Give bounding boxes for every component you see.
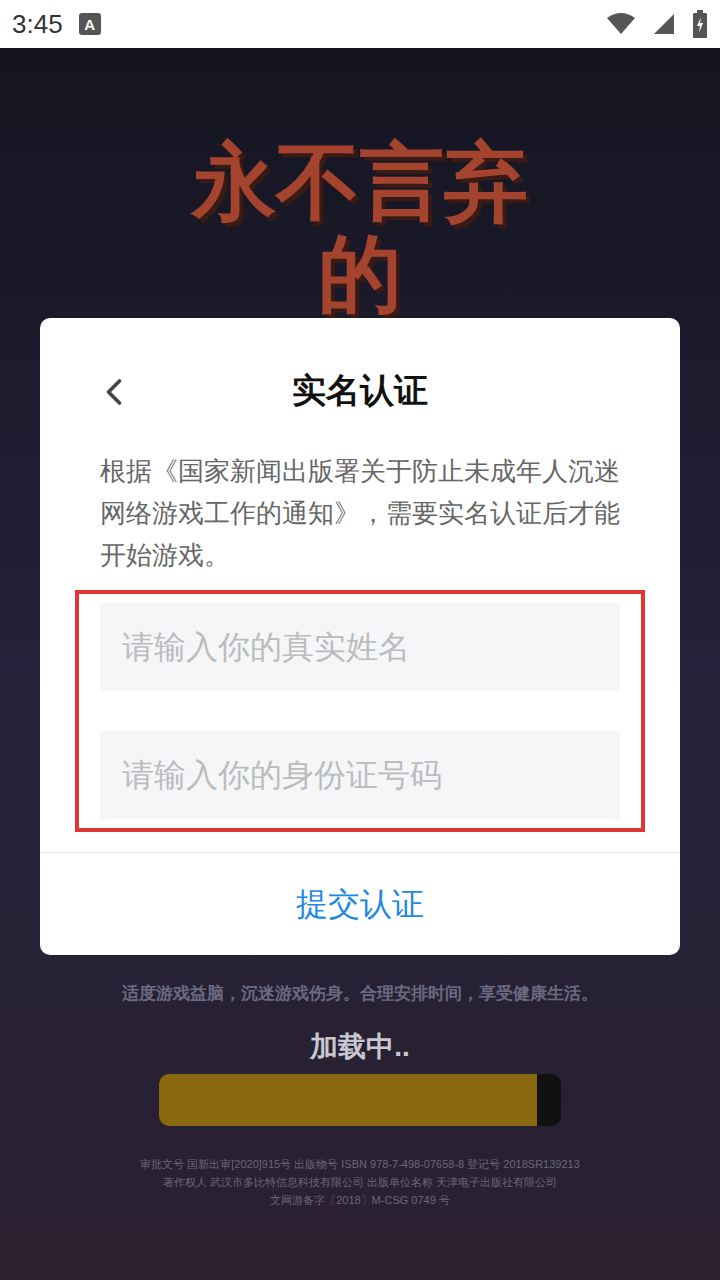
submit-button[interactable]: 提交认证 [40,853,680,955]
text-field[interactable] [100,603,620,691]
copyright-line: 审批文号 国新出审[2020]915号 出版物号 ISBN 978-7-498-… [140,1156,580,1172]
signal-icon [652,12,676,36]
loading-label: 加载中.. [310,1026,410,1068]
divider [40,852,680,853]
game-title-logo: 永不言弃的 [160,136,560,321]
time: 3:45 [12,5,63,44]
screen: 3:45 A 永不言弃的适度游戏益脑，沉迷游戏伤身。合理安排时间，享受健康生活。加载… [0,0,720,1280]
dialog-header: 实名认证 [40,318,680,462]
back-button[interactable] [92,370,136,414]
dialog-title: 实名认证 [292,365,428,416]
loading-bar [159,1074,561,1126]
health-advice: 适度游戏益脑，沉迷游戏伤身。合理安排时间，享受健康生活。 [122,981,598,1007]
wifi-icon [606,12,636,36]
real-name-dialog: 实名认证根据《国家新闻出版署关于防止未成年人沉迷网络游戏工作的通知》，需要实名认… [40,318,680,955]
text-field[interactable] [100,731,620,819]
copyright-footer: 审批文号 国新出审[2020]915号 出版物号 ISBN 978-7-498-… [140,1156,580,1208]
fields-group [75,590,645,832]
notification-icon: A [79,13,101,35]
loading-fill [159,1074,537,1126]
back-icon[interactable] [92,370,136,414]
status-bar: 3:45 A [0,0,720,48]
battery-icon [692,10,708,38]
copyright-line: 著作权人 武汉市多比特信息科技有限公司 出版单位名称 天津电子出版社有限公司 [163,1174,557,1190]
dialog-description: 根据《国家新闻出版署关于防止未成年人沉迷网络游戏工作的通知》，需要实名认证后才能… [40,450,680,576]
copyright-line: 文网游备字〔2018〕M-CSG 0749 号 [270,1192,450,1208]
